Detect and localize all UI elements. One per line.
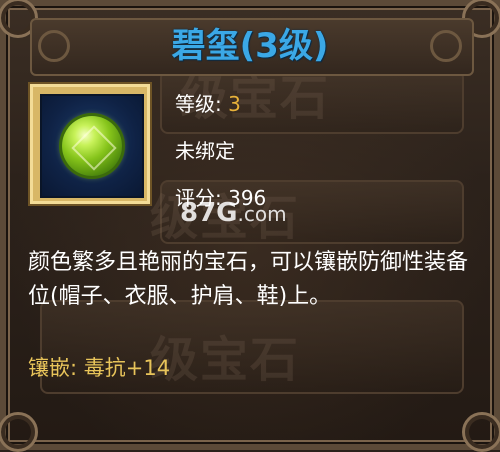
item-name: 碧玺(3级) [171, 26, 329, 66]
watermark-main: 87G [180, 198, 238, 228]
item-level: 等级: 3 [175, 88, 241, 117]
background-ghost-text: 级宝石 [150, 332, 301, 388]
inlay-effect-line: 镶嵌: 毒抗+14 [28, 352, 170, 382]
frame-corner-ornament [0, 412, 38, 452]
inlay-effect: 毒抗+14 [83, 356, 171, 380]
level-value: 3 [228, 92, 241, 116]
frame-corner-ornament [462, 412, 500, 452]
level-label: 等级: [175, 92, 222, 116]
inlay-label: 镶嵌: [28, 356, 78, 380]
item-icon-slot [30, 84, 150, 204]
site-watermark: 87G.com [180, 198, 287, 228]
item-icon-background [40, 94, 144, 198]
bind-status: 未绑定 [175, 139, 235, 163]
item-description: 颜色繁多且艳丽的宝石，可以镶嵌防御性装备位(帽子、衣服、护肩、鞋)上。 [28, 250, 469, 309]
watermark-suffix: .com [237, 202, 287, 226]
